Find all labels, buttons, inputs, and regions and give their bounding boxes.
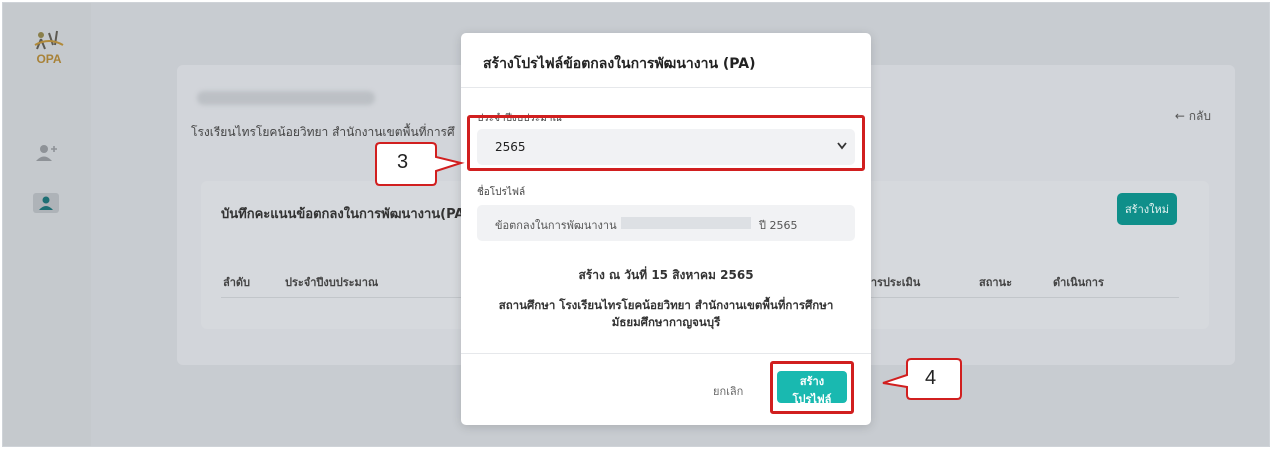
profile-name-prefix: ข้อตกลงในการพัฒนางาน [495, 219, 617, 232]
cancel-button[interactable]: ยกเลิก [707, 381, 749, 401]
modal-footer-divider [461, 353, 871, 354]
modal-title: สร้างโปรไฟล์ข้อตกลงในการพัฒนางาน (PA) [483, 56, 756, 72]
col-header-budget-year: ประจำปีงบประมาณ [285, 276, 379, 289]
logo-text: OPA [36, 52, 61, 66]
profile-name-field: ข้อตกลงในการพัฒนางาน ปี 2565 [477, 205, 855, 241]
institution-line-2: มัธยมศึกษากาญจนบุรี [611, 315, 721, 329]
callout-3-shape [375, 142, 465, 186]
highlight-box-step-4 [770, 361, 854, 414]
add-user-icon[interactable] [33, 143, 59, 163]
callout-step-3: 3 [373, 141, 465, 191]
create-profile-modal: สร้างโปรไฟล์ข้อตกลงในการพัฒนางาน (PA) ปร… [461, 33, 871, 425]
users-icon[interactable] [33, 193, 59, 213]
callout-3-number: 3 [397, 151, 409, 173]
school-line: โรงเรียนไทรโยคน้อยวิทยา สำนักงานเขตพื้นท… [191, 125, 455, 139]
profile-name-label: ชื่อโปรไฟล์ [477, 187, 526, 198]
callout-4-number: 4 [925, 367, 937, 389]
screen-frame: OPA โรงเรียนไทรโยคน้อยวิทยา สำนักงานเขตพ… [2, 2, 1270, 447]
back-link[interactable]: ← กลับ [1175, 107, 1211, 126]
modal-header-divider [461, 87, 871, 88]
col-header-status: สถานะ [979, 276, 1012, 289]
callout-4-shape [882, 358, 962, 400]
create-new-button[interactable]: สร้างใหม่ [1117, 193, 1177, 225]
blurred-name [197, 91, 375, 105]
sidebar: OPA [3, 3, 91, 446]
highlight-box-step-3 [467, 115, 865, 171]
profile-name-redacted [621, 217, 751, 229]
opa-logo: OPA [34, 30, 64, 66]
callout-step-4: 4 [879, 357, 965, 405]
col-header-action: ดำเนินการ [1053, 276, 1104, 289]
created-date: สร้าง ณ วันที่ 15 สิงหาคม 2565 [578, 268, 754, 282]
col-header-index: ลำดับ [223, 276, 251, 289]
profile-name-suffix: ปี 2565 [759, 219, 798, 232]
institution-line-1: สถานศึกษา โรงเรียนไทรโยคน้อยวิทยา สำนักง… [498, 298, 834, 312]
institution-text: สถานศึกษา โรงเรียนไทรโยคน้อยวิทยา สำนักง… [485, 297, 847, 331]
section-title: บันทึกคะแนนข้อตกลงในการพัฒนางาน(PA [221, 207, 465, 222]
